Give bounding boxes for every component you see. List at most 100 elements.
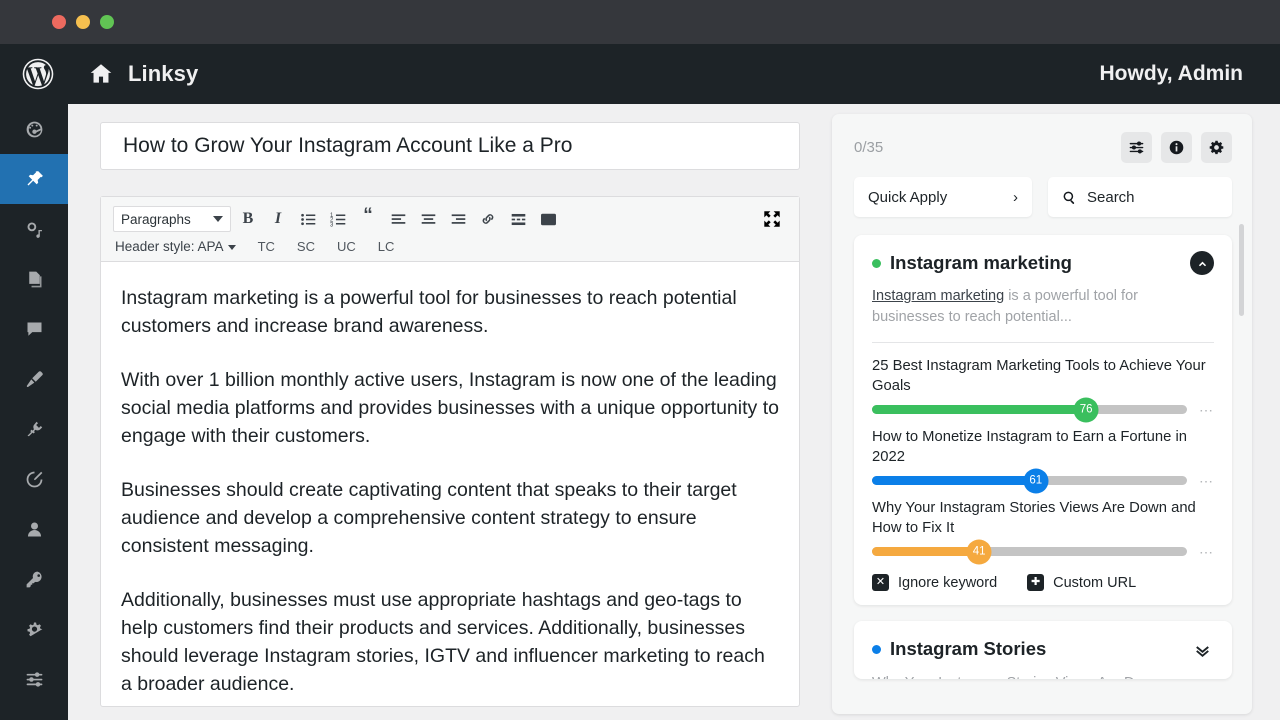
- post-editor-column: How to Grow Your Instagram Account Like …: [100, 122, 800, 707]
- post-content-editor: Paragraphs B I 123 “: [100, 196, 800, 707]
- sidebar-item-plugins[interactable]: [0, 404, 68, 454]
- sidebar-item-appearance[interactable]: [0, 354, 68, 404]
- align-left-button[interactable]: [385, 206, 411, 232]
- key-icon: [24, 569, 45, 590]
- score-fill: [872, 405, 1086, 414]
- chevron-right-icon: ›: [1013, 189, 1018, 206]
- keyword-more-options-button[interactable]: ⋯: [1199, 477, 1214, 485]
- fullscreen-icon: [761, 208, 783, 230]
- maximize-window-button[interactable]: [100, 15, 114, 29]
- numbered-list-button[interactable]: 123: [325, 206, 351, 232]
- ignore-keyword-button[interactable]: ✕ Ignore keyword: [872, 574, 997, 591]
- post-title-input[interactable]: How to Grow Your Instagram Account Like …: [100, 122, 800, 170]
- align-center-button[interactable]: [415, 206, 441, 232]
- wordpress-logo-icon[interactable]: [18, 54, 58, 94]
- collapse-card-button[interactable]: [1190, 251, 1214, 275]
- sidebar-item-posts[interactable]: [0, 154, 68, 204]
- keyword-card: Instagram marketing Instagram marketing …: [854, 235, 1232, 605]
- bullet-list-button[interactable]: [295, 206, 321, 232]
- info-button[interactable]: [1161, 132, 1192, 163]
- editor-paragraph: Additionally, businesses must use approp…: [121, 586, 779, 698]
- numbered-list-icon: 123: [330, 211, 347, 228]
- score-slider[interactable]: 41: [872, 547, 1187, 556]
- chevron-double-down-icon: [1193, 640, 1212, 659]
- sidebar-item-keys[interactable]: [0, 554, 68, 604]
- header-style-label: Header style: APA: [115, 239, 224, 254]
- expand-card-button[interactable]: [1190, 637, 1214, 661]
- pages-icon: [24, 269, 45, 290]
- sliders-icon: [1128, 139, 1145, 156]
- keyword-card: Instagram Stories Why Your Instagram Sto…: [854, 621, 1232, 679]
- bold-button[interactable]: B: [235, 206, 261, 232]
- upper-case-button[interactable]: UC: [337, 239, 356, 254]
- panel-scrollbar[interactable]: [1239, 224, 1244, 316]
- keyword-more-options-button[interactable]: ⋯: [1199, 406, 1214, 414]
- score-knob[interactable]: 41: [967, 539, 992, 564]
- score-knob[interactable]: 76: [1074, 397, 1099, 422]
- sidebar-item-users[interactable]: [0, 504, 68, 554]
- content-area: How to Grow Your Instagram Account Like …: [68, 104, 1280, 720]
- pin-icon: [24, 169, 45, 190]
- custom-url-button[interactable]: ✚ Custom URL: [1027, 574, 1136, 591]
- blockquote-button[interactable]: “: [355, 206, 381, 232]
- keyword-card-header[interactable]: Instagram Stories: [872, 637, 1214, 661]
- keyword-card-actions: ✕ Ignore keyword ✚ Custom URL: [872, 574, 1214, 591]
- score-knob[interactable]: 61: [1023, 468, 1048, 493]
- keyword-more-options-button[interactable]: ⋯: [1199, 548, 1214, 556]
- keyword-card-header[interactable]: Instagram marketing: [872, 251, 1214, 275]
- bullet-list-icon: [300, 211, 317, 228]
- site-name: Linksy: [128, 61, 198, 87]
- settings-button[interactable]: [1201, 132, 1232, 163]
- sidebar-item-dashboard[interactable]: [0, 104, 68, 154]
- keyword-suggestion: 25 Best Instagram Marketing Tools to Ach…: [872, 356, 1214, 414]
- quick-apply-label: Quick Apply: [868, 189, 947, 206]
- edit-circle-icon: [24, 469, 45, 490]
- user-icon: [24, 519, 45, 540]
- site-home-link[interactable]: Linksy: [88, 61, 198, 87]
- sentence-case-button[interactable]: SC: [297, 239, 315, 254]
- paintbrush-icon: [24, 369, 45, 390]
- quick-apply-button[interactable]: Quick Apply ›: [854, 177, 1032, 217]
- score-fill: [872, 476, 1036, 485]
- gear-icon: [24, 619, 45, 640]
- svg-text:3: 3: [330, 222, 334, 228]
- align-center-icon: [420, 211, 437, 228]
- format-select[interactable]: Paragraphs: [113, 206, 231, 232]
- title-case-button[interactable]: TC: [258, 239, 275, 254]
- insert-link-button[interactable]: [475, 206, 501, 232]
- minimize-window-button[interactable]: [76, 15, 90, 29]
- fullscreen-button[interactable]: [761, 208, 783, 230]
- toggle-keyboard-button[interactable]: [535, 206, 561, 232]
- header-style-select[interactable]: Header style: APA: [115, 239, 236, 254]
- chevron-up-circle-icon: [1196, 257, 1209, 270]
- editor-content[interactable]: Instagram marketing is a powerful tool f…: [101, 262, 799, 706]
- home-icon: [88, 61, 114, 87]
- sidebar-item-settings[interactable]: [0, 604, 68, 654]
- read-more-button[interactable]: [505, 206, 531, 232]
- info-icon: [1168, 139, 1185, 156]
- keyword-snippet: Why Your Instagram Stories Views Are Dow…: [872, 673, 1214, 679]
- plug-icon: [24, 419, 45, 440]
- keyword-snippet: Instagram marketing is a powerful tool f…: [872, 286, 1214, 343]
- score-slider[interactable]: 76: [872, 405, 1187, 414]
- search-input[interactable]: Search: [1048, 177, 1232, 217]
- status-dot: [872, 645, 881, 654]
- sidebar-item-pages[interactable]: [0, 254, 68, 304]
- sidebar-item-updates[interactable]: [0, 454, 68, 504]
- close-icon: ✕: [872, 574, 889, 591]
- italic-button[interactable]: I: [265, 206, 291, 232]
- close-window-button[interactable]: [52, 15, 66, 29]
- filters-button[interactable]: [1121, 132, 1152, 163]
- sliders-icon: [24, 669, 45, 690]
- sidebar-item-comments[interactable]: [0, 304, 68, 354]
- chevron-down-icon: [213, 216, 223, 222]
- keyword-suggestion: Why Your Instagram Stories Views Are Dow…: [872, 498, 1214, 556]
- howdy-user[interactable]: Howdy, Admin: [1100, 62, 1244, 86]
- score-slider[interactable]: 61: [872, 476, 1187, 485]
- plus-icon: ✚: [1027, 574, 1044, 591]
- link-icon: [479, 210, 497, 228]
- sidebar-item-media[interactable]: [0, 204, 68, 254]
- sidebar-item-tools[interactable]: [0, 654, 68, 704]
- align-right-button[interactable]: [445, 206, 471, 232]
- lower-case-button[interactable]: LC: [378, 239, 395, 254]
